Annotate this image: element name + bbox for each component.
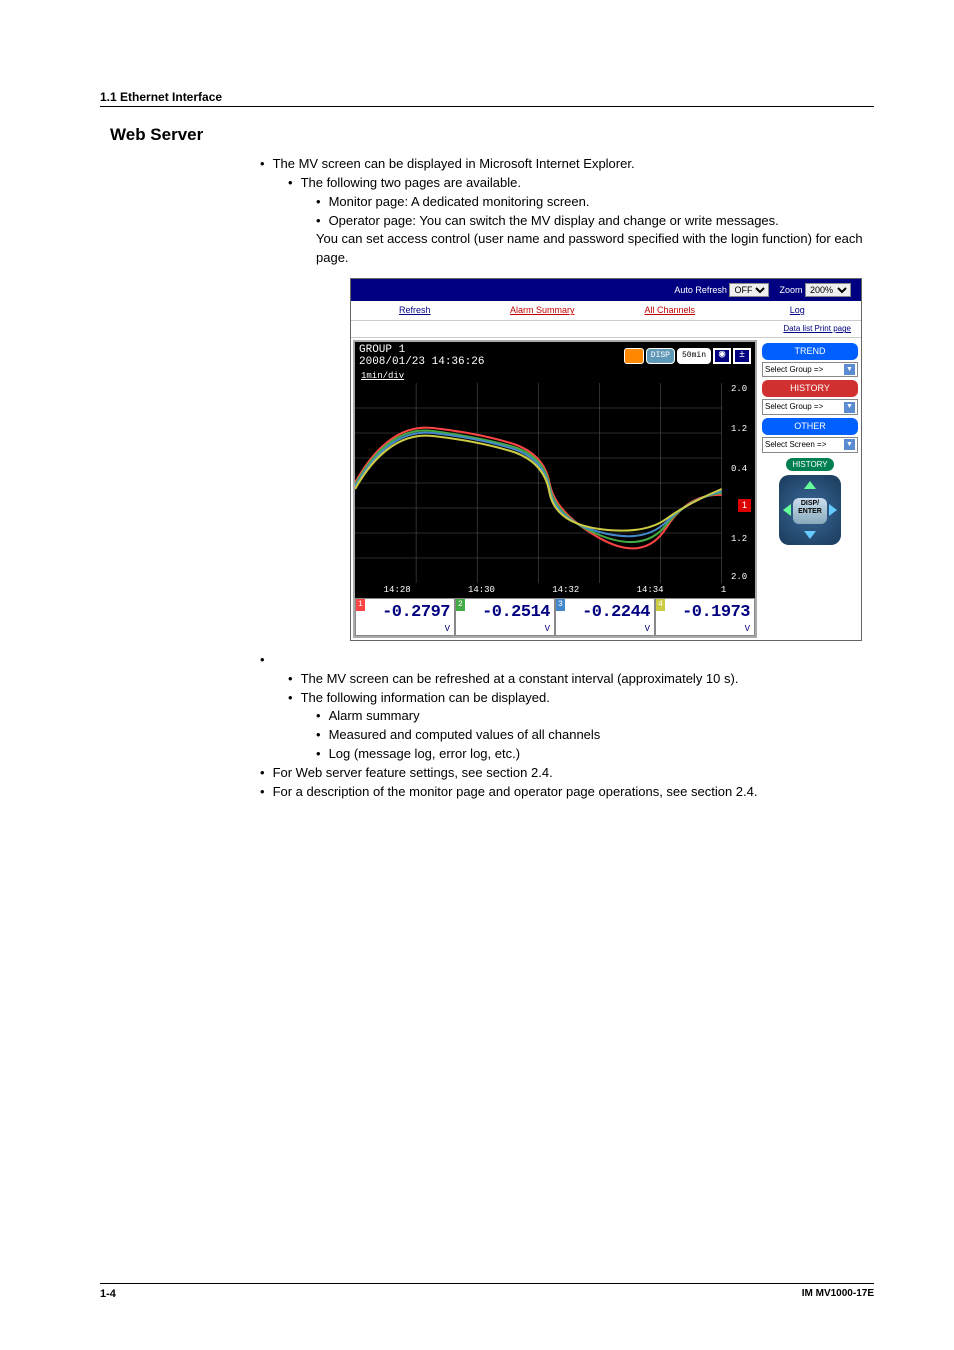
trend-button[interactable]: TREND: [762, 343, 858, 360]
dropdown-icon: ▼: [844, 364, 855, 375]
digital-cell: 4 -0.1973 V: [655, 598, 755, 636]
select-screen[interactable]: Select Screen =>▼: [762, 437, 858, 453]
arrow-up-icon[interactable]: [804, 481, 816, 489]
history-pill[interactable]: HISTORY: [786, 458, 833, 472]
text: Operator page: You can switch the MV dis…: [329, 213, 779, 228]
nav-alarm[interactable]: Alarm Summary: [510, 305, 575, 315]
dropdown-icon: ▼: [844, 439, 855, 450]
nav-log[interactable]: Log: [790, 305, 805, 315]
other-button[interactable]: OTHER: [762, 418, 858, 435]
screenshot-container: Auto Refresh OFF Zoom 200% Refresh Alarm…: [260, 278, 874, 641]
disp-enter-button[interactable]: DISP/ENTER: [793, 498, 827, 524]
rate-button[interactable]: 50min: [677, 348, 711, 364]
group-header: GROUP 1 2008/01/23 14:36:26 DISP 50min ◉…: [355, 342, 755, 370]
disp-button[interactable]: DISP: [646, 348, 675, 364]
group-timestamp: 2008/01/23 14:36:26: [359, 356, 484, 368]
text: The MV screen can be refreshed at a cons…: [301, 671, 739, 686]
chart-area: 2.0 1.2 0.4 1.2 2.0 1: [355, 383, 755, 583]
body-text-top: The MV screen can be displayed in Micros…: [260, 155, 874, 268]
web-screenshot: Auto Refresh OFF Zoom 200% Refresh Alarm…: [350, 278, 862, 641]
text: For Web server feature settings, see sec…: [273, 765, 553, 780]
text: For a description of the monitor page an…: [273, 784, 758, 799]
digital-cell: 3 -0.2244 V: [555, 598, 655, 636]
side-panel: TREND Select Group =>▼ HISTORY Select Gr…: [759, 338, 861, 640]
y-scale: 2.0 1.2 0.4 1.2 2.0: [725, 383, 753, 583]
top-bar: Auto Refresh OFF Zoom 200%: [351, 279, 861, 301]
nav-refresh[interactable]: Refresh: [399, 305, 431, 315]
text: Log (message log, error log, etc.): [329, 746, 520, 761]
min-div-label: 1min/div: [355, 370, 755, 383]
page-footer: 1-4 IM MV1000-17E: [100, 1283, 874, 1300]
dropdown-icon: ▼: [844, 402, 855, 413]
text: Alarm summary: [329, 708, 420, 723]
text: The following two pages are available.: [301, 175, 521, 190]
zoom-label: Zoom: [779, 285, 802, 295]
auto-refresh-label: Auto Refresh: [674, 285, 727, 295]
select-group-2[interactable]: Select Group =>▼: [762, 399, 858, 415]
zoom-select[interactable]: 200%: [805, 283, 851, 297]
select-group-1[interactable]: Select Group =>▼: [762, 362, 858, 378]
d-pad[interactable]: DISP/ENTER: [779, 475, 841, 545]
arrow-left-icon[interactable]: [783, 504, 791, 516]
page-number: 1-4: [100, 1288, 116, 1300]
nav-row: Refresh Alarm Summary All Channels Log: [351, 301, 861, 321]
scale-marker: 1: [738, 499, 751, 512]
digital-cell: 1 -0.2797 V: [355, 598, 455, 636]
trend-box: GROUP 1 2008/01/23 14:36:26 DISP 50min ◉…: [353, 340, 757, 638]
nav-channels[interactable]: All Channels: [644, 305, 695, 315]
trend-icon[interactable]: [624, 348, 644, 364]
time-axis: 14:28 14:30 14:32 14:34 1: [355, 583, 755, 598]
nav-print[interactable]: Data list Print page: [351, 321, 861, 338]
body-text-bottom: The MV screen can be refreshed at a cons…: [260, 651, 874, 802]
text: Monitor page: A dedicated monitoring scr…: [329, 194, 590, 209]
doc-id: IM MV1000-17E: [802, 1288, 874, 1300]
camera-icon[interactable]: ◉: [713, 348, 731, 364]
arrow-right-icon[interactable]: [829, 504, 837, 516]
math-icon[interactable]: ±: [733, 348, 751, 364]
section-header: 1.1 Ethernet Interface: [100, 90, 874, 107]
history-button[interactable]: HISTORY: [762, 380, 858, 397]
digital-cell: 2 -0.2514 V: [455, 598, 555, 636]
auto-refresh-select[interactable]: OFF: [729, 283, 769, 297]
text: You can set access control (user name an…: [288, 230, 874, 268]
digital-row: 1 -0.2797 V 2 -0.2514 V 3 -0.2244 V: [355, 598, 755, 636]
text: Measured and computed values of all chan…: [329, 727, 601, 742]
group-title: GROUP 1: [359, 344, 405, 356]
arrow-down-icon[interactable]: [804, 531, 816, 539]
text: The MV screen can be displayed in Micros…: [273, 156, 635, 171]
text: The following information can be display…: [301, 690, 550, 705]
page-title: Web Server: [110, 125, 874, 145]
